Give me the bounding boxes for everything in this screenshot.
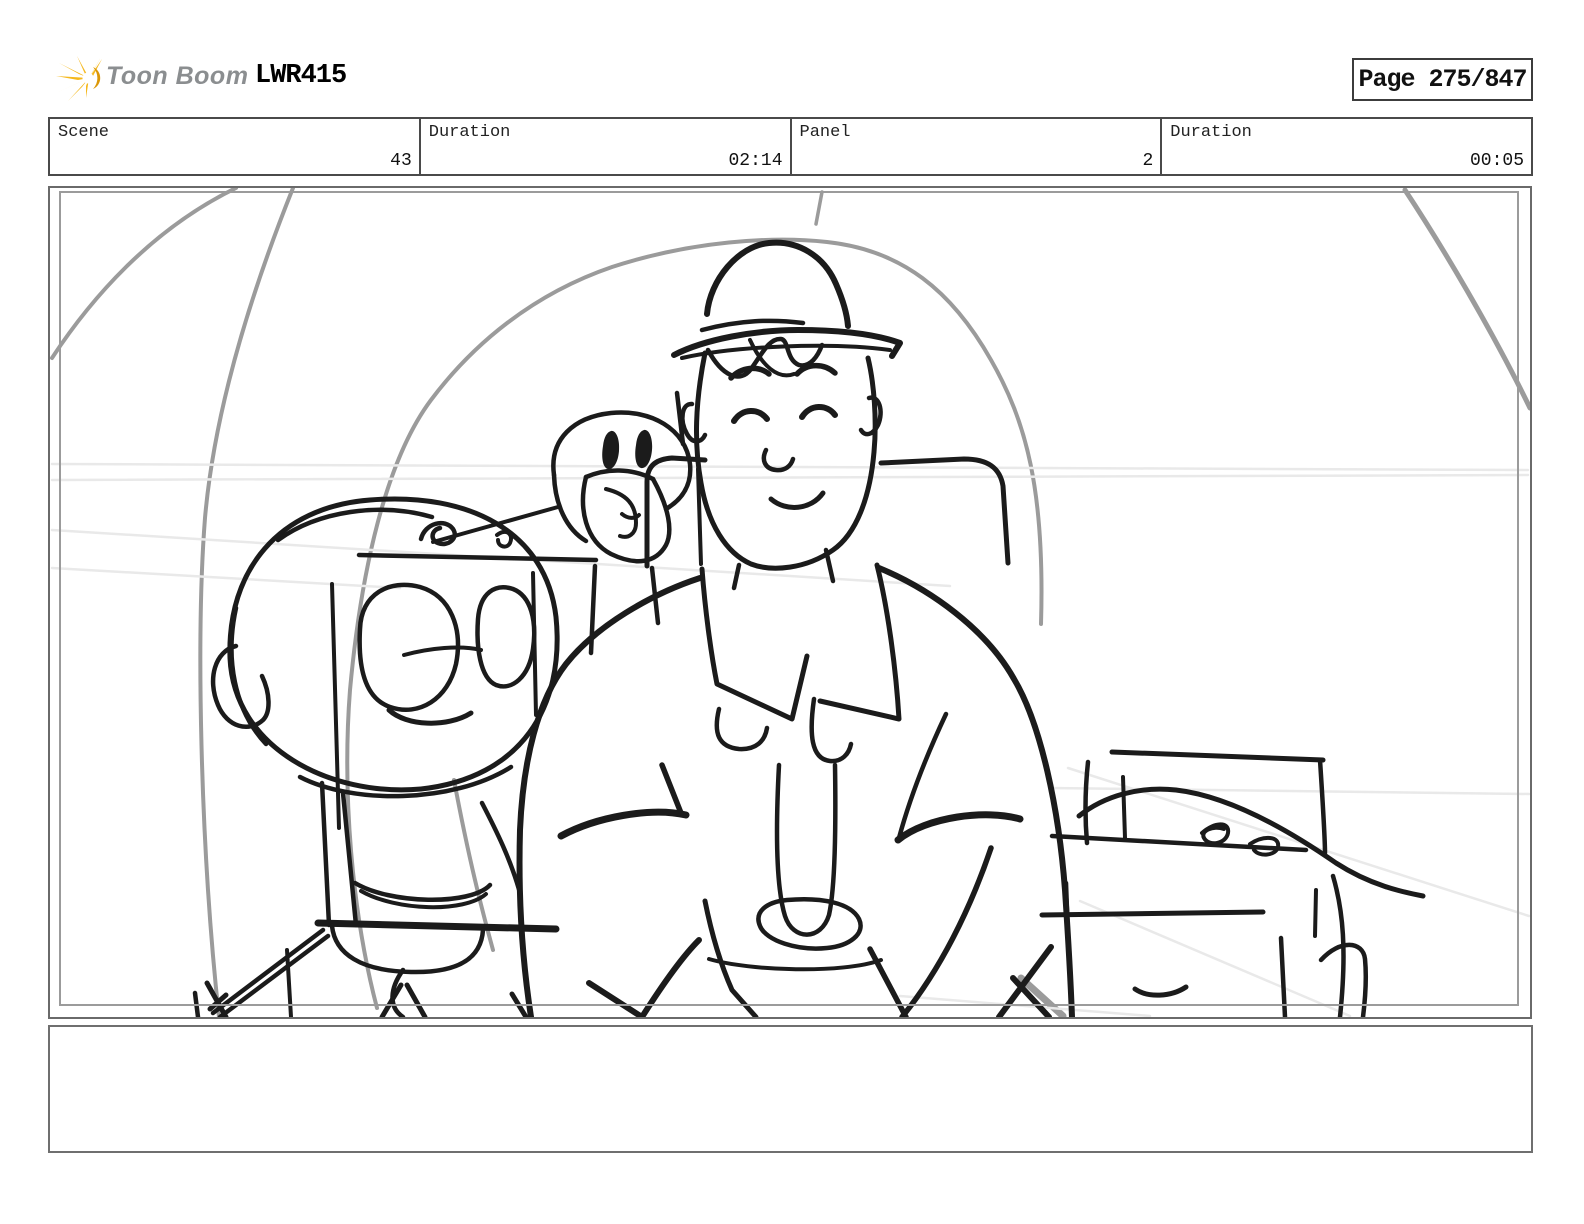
panel-duration-cell: Duration 00:05 [1162,119,1531,174]
panel-number-value: 2 [1142,151,1154,171]
panel-duration-value: 00:05 [1469,151,1524,171]
panel-number-cell: Panel 2 [792,119,1163,174]
camera-frame [59,191,1519,1006]
scene-label: Scene [58,123,110,142]
page-number-label: Page 275/847 [1358,65,1527,94]
toonboom-starburst-icon [56,56,102,101]
scene-duration-label: Duration [428,123,511,142]
project-title: LWR415 [255,61,347,91]
scene-value: 43 [390,151,412,171]
panel-duration-label: Duration [1170,123,1252,142]
scene-duration-value: 02:14 [728,151,783,171]
caption-box [48,1025,1533,1153]
storyboard-panel [48,186,1532,1019]
panel-number-label: Panel [799,123,851,142]
page-number-box: Page 275/847 [1352,58,1533,101]
brand-wordmark: Toon Boom [106,62,249,90]
scene-cell: Scene 43 [50,119,421,174]
panel-info-row: Scene 43 Duration 02:14 Panel 2 Duration… [48,117,1533,176]
scene-duration-cell: Duration 02:14 [421,119,792,174]
